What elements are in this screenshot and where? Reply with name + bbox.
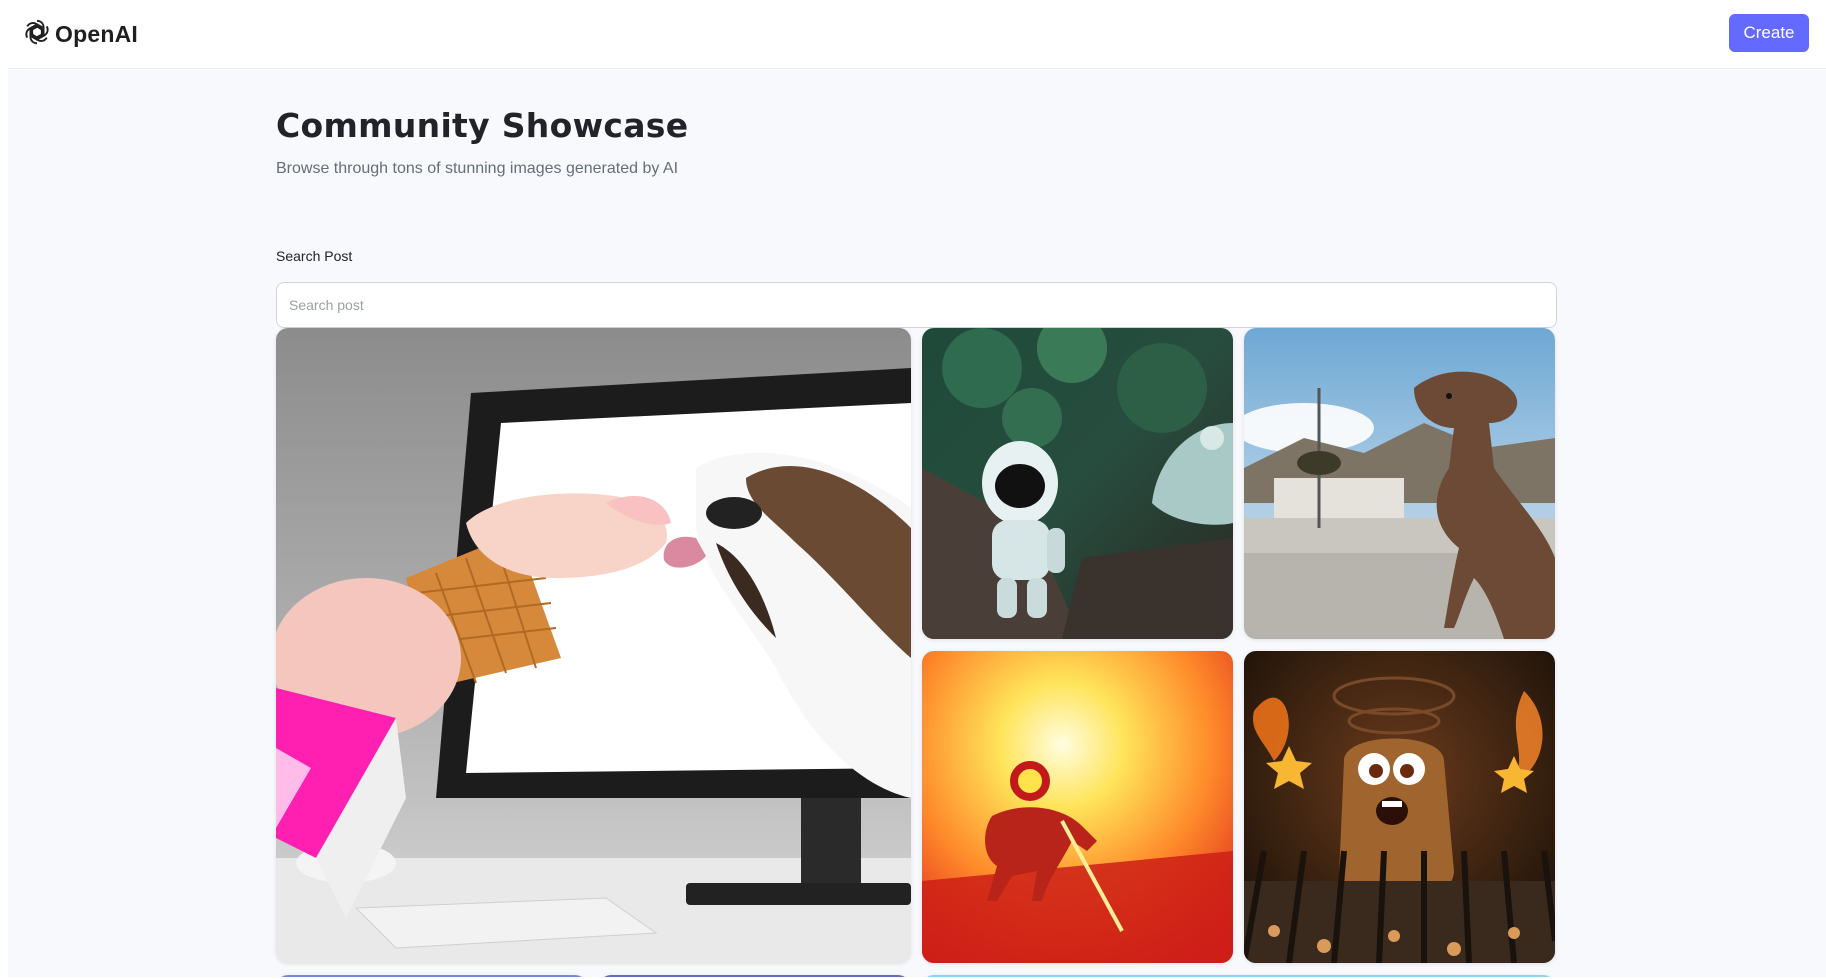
search-input[interactable] [276,282,1557,328]
horse-rider-sunset-image[interactable] [922,651,1233,963]
potato-on-grill-image[interactable] [1244,651,1555,963]
logo-text: OpenAI [55,20,138,47]
top-navbar: OpenAI Create [0,0,1826,69]
dinosaur-on-street-image[interactable] [1244,328,1555,639]
astronaut-in-forest-image[interactable] [922,328,1233,639]
openai-logo-icon [22,17,52,52]
dog-licking-ice-cream-image[interactable] [276,328,911,963]
page-subtitle: Browse through tons of stunning images g… [276,160,679,177]
page: OpenAI Create Community Showcase Browse … [0,0,1826,979]
left-edge [0,0,8,979]
create-button[interactable]: Create [1729,14,1809,52]
logo-link[interactable]: OpenAI [22,18,138,50]
main-content: Community Showcase Browse through tons o… [8,70,1826,979]
search-label: Search Post [276,248,353,264]
page-title: Community Showcase [276,106,689,145]
